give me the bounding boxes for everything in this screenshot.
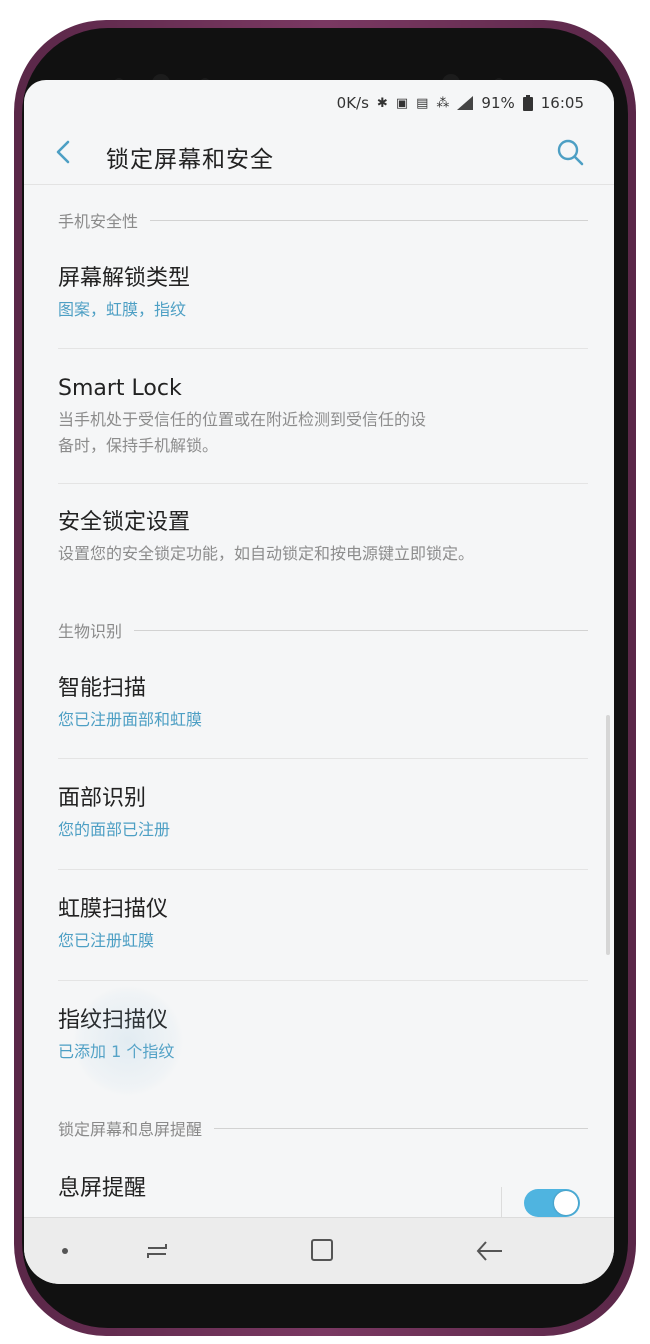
- always-on-display-item[interactable]: 息屏提醒: [58, 1175, 588, 1203]
- section-header-label: 锁定屏幕和息屏提醒: [58, 1120, 203, 1139]
- section-header-biometrics: 生物识别: [58, 619, 588, 641]
- battery-level: 91%: [481, 94, 515, 112]
- section-divider-line: [134, 629, 588, 631]
- section-header-label: 手机安全性: [58, 212, 139, 231]
- item-description: 设置您的安全锁定功能，如自动锁定和按电源键立即锁定。: [58, 544, 475, 563]
- section-header-label: 生物识别: [58, 622, 123, 641]
- divider: [58, 869, 588, 870]
- item-subtitle: 已添加 1 个指纹: [58, 1042, 175, 1061]
- divider: [58, 483, 588, 484]
- item-title: 安全锁定设置: [58, 510, 191, 535]
- page-title: 锁定屏幕和安全: [106, 147, 274, 173]
- bluetooth-icon: ✱: [376, 95, 388, 111]
- item-description: 当手机处于受信任的位置或在附近检测到受信任的设 备时，保持手机解锁。: [58, 407, 588, 459]
- item-title: 息屏提醒: [58, 1176, 147, 1201]
- desc-line: 备时，保持手机解锁。: [58, 436, 219, 455]
- network-speed: 0K/s: [336, 94, 369, 112]
- divider: [58, 348, 588, 349]
- navigation-bar: [24, 1217, 614, 1284]
- dot-icon: [62, 1248, 68, 1254]
- vibrate-icon: ▤: [416, 95, 429, 111]
- battery-icon: [522, 95, 533, 111]
- app-header: 锁定屏幕和安全: [24, 124, 614, 185]
- status-bar: 0K/s ✱ ▣ ▤ ⁂ 91% 16:05: [337, 92, 584, 114]
- back-arrow-icon[interactable]: [474, 1236, 506, 1266]
- section-header-phone-security: 手机安全性: [58, 209, 588, 231]
- item-subtitle: 您已注册虹膜: [58, 931, 155, 950]
- iris-scanner-item[interactable]: 虹膜扫描仪 您已注册虹膜: [58, 896, 588, 952]
- divider: [58, 980, 588, 981]
- item-subtitle: 图案，虹膜，指纹: [58, 300, 187, 319]
- item-title: 面部识别: [58, 786, 147, 811]
- item-subtitle: 您已注册面部和虹膜: [58, 710, 203, 729]
- item-title: Smart Lock: [58, 376, 182, 401]
- clock: 16:05: [540, 94, 584, 112]
- fingerprint-scanner-item[interactable]: 指纹扫描仪 已添加 1 个指纹: [58, 1007, 588, 1063]
- item-title: 屏幕解锁类型: [58, 266, 191, 291]
- signal-icon: [457, 96, 474, 110]
- secure-lock-settings-item[interactable]: 安全锁定设置 设置您的安全锁定功能，如自动锁定和按电源键立即锁定。: [58, 509, 588, 567]
- face-recognition-item[interactable]: 面部识别 您的面部已注册: [58, 785, 588, 841]
- divider: [58, 758, 588, 759]
- item-title: 指纹扫描仪: [58, 1008, 169, 1033]
- network-icon: ⁂: [436, 95, 450, 111]
- intelligent-scan-item[interactable]: 智能扫描 您已注册面部和虹膜: [58, 675, 588, 731]
- screen: 0K/s ✱ ▣ ▤ ⁂ 91% 16:05 锁定屏幕和安全 手机安全性 屏幕解…: [24, 80, 614, 1284]
- smart-lock-item[interactable]: Smart Lock 当手机处于受信任的位置或在附近检测到受信任的设 备时，保持…: [58, 375, 588, 459]
- nfc-icon: ▣: [395, 95, 409, 111]
- item-subtitle: 您的面部已注册: [58, 820, 171, 839]
- home-icon[interactable]: [310, 1238, 334, 1262]
- search-icon[interactable]: [556, 138, 584, 166]
- item-title: 智能扫描: [58, 676, 147, 701]
- section-divider-line: [214, 1127, 588, 1129]
- screen-lock-type-item[interactable]: 屏幕解锁类型 图案，虹膜，指纹: [58, 265, 588, 321]
- recent-apps-icon[interactable]: [142, 1236, 172, 1266]
- chevron-left-icon[interactable]: [52, 138, 76, 166]
- section-header-lock-screen-aod: 锁定屏幕和息屏提醒: [58, 1117, 588, 1139]
- scrollbar[interactable]: [606, 715, 610, 955]
- section-divider-line: [150, 219, 588, 221]
- desc-line: 当手机处于受信任的位置或在附近检测到受信任的设: [58, 410, 427, 429]
- item-title: 虹膜扫描仪: [58, 897, 169, 922]
- always-on-display-toggle[interactable]: [524, 1189, 580, 1217]
- toggle-knob: [554, 1191, 578, 1215]
